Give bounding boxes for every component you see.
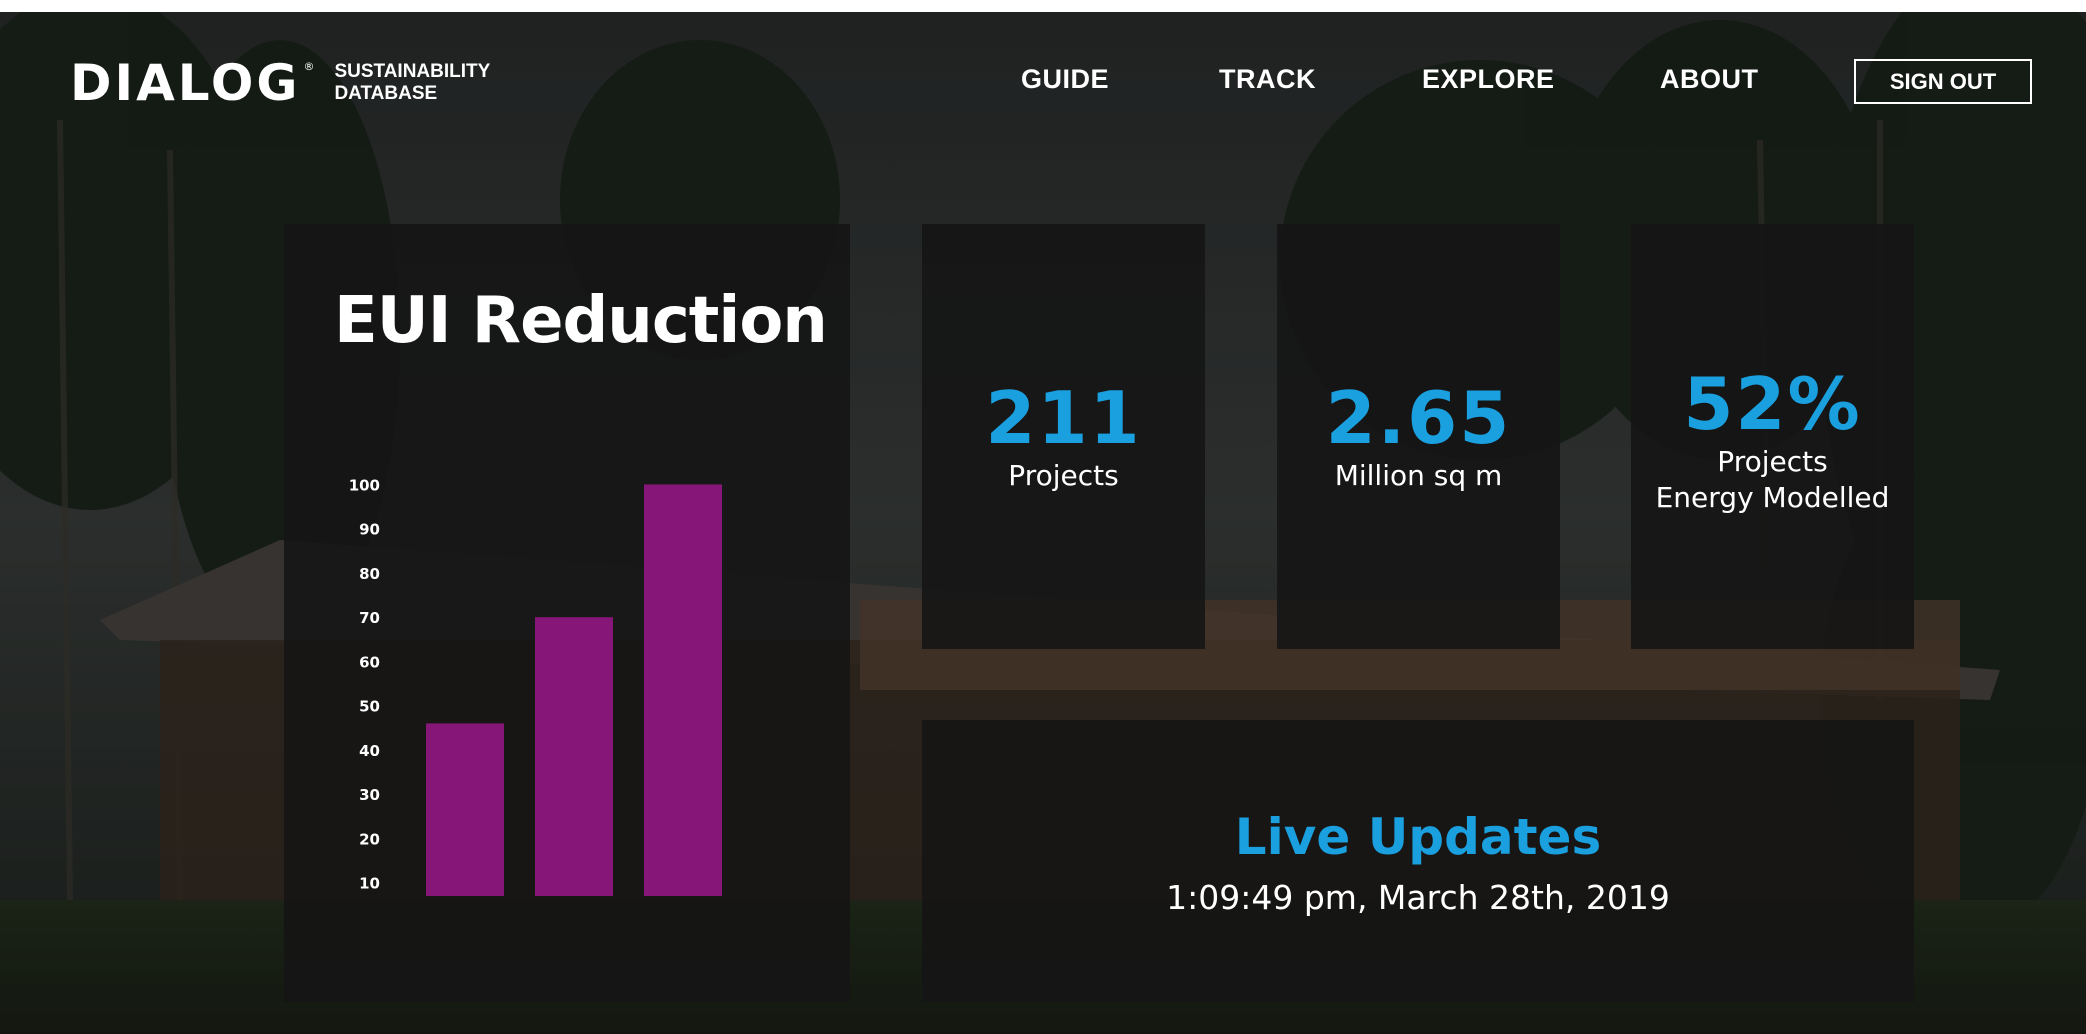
y-tick-label: 80 — [359, 565, 380, 583]
energy-modelled-stat: 52% Projects Energy Modelled — [1631, 368, 1914, 516]
logo-registered-mark: ® — [303, 60, 315, 73]
projects-stat: 211 Projects — [922, 382, 1205, 494]
y-tick-label: 100 — [349, 476, 380, 494]
logo-subtitle-line1: SUSTAINABILITY — [334, 61, 491, 82]
chart-bar — [644, 484, 722, 896]
live-updates-card: Live Updates 1:09:49 pm, March 28th, 201… — [922, 720, 1914, 1002]
live-updates-title: Live Updates — [1234, 808, 1602, 866]
nav-item-guide[interactable]: GUIDE — [1021, 64, 1109, 95]
nav-item-track[interactable]: TRACK — [1219, 64, 1316, 95]
eui-bar-chart: 10 20 30 40 50 60 70 80 90 100 — [349, 476, 722, 896]
sign-out-button[interactable]: SIGN OUT — [1854, 59, 2032, 104]
logo-wordmark: DIALOG — [70, 54, 301, 112]
top-edge — [0, 0, 2086, 12]
chart-bar — [426, 723, 504, 896]
logo[interactable]: DIALOG ® SUSTAINABILITY DATABASE — [70, 58, 490, 108]
area-stat-card: 2.65 Million sq m — [1277, 224, 1560, 649]
projects-label: Projects — [1008, 459, 1119, 492]
energy-modelled-label-line1: Projects — [1717, 445, 1828, 478]
projects-stat-card: 211 Projects — [922, 224, 1205, 649]
energy-modelled-label-line2: Energy Modelled — [1655, 481, 1890, 514]
y-tick-label: 10 — [359, 875, 380, 893]
logo-subtitle: SUSTAINABILITY DATABASE — [334, 61, 490, 105]
energy-modelled-label: Projects Energy Modelled — [1631, 444, 1914, 516]
y-tick-label: 20 — [359, 830, 380, 848]
live-updates-timestamp: 1:09:49 pm, March 28th, 2019 — [1166, 878, 1670, 917]
y-tick-label: 60 — [359, 653, 380, 671]
nav-item-about[interactable]: ABOUT — [1660, 64, 1759, 95]
chart-bar — [535, 617, 613, 896]
energy-modelled-stat-card: 52% Projects Energy Modelled — [1631, 224, 1914, 649]
nav-item-explore[interactable]: EXPLORE — [1422, 64, 1555, 95]
y-tick-label: 30 — [359, 786, 380, 804]
area-stat: 2.65 Million sq m — [1277, 382, 1560, 494]
logo-subtitle-line2: DATABASE — [334, 83, 438, 104]
y-tick-label: 40 — [359, 742, 380, 760]
eui-reduction-card: EUI Reduction 10 20 30 40 50 60 70 80 90 100 — [284, 224, 850, 1002]
y-tick-label: 90 — [359, 521, 380, 539]
area-label: Million sq m — [1334, 459, 1503, 492]
projects-count: 211 — [985, 376, 1142, 460]
energy-modelled-percent: 52% — [1683, 362, 1862, 446]
y-tick-label: 70 — [359, 609, 380, 627]
y-tick-label: 50 — [359, 698, 380, 716]
area-value: 2.65 — [1325, 376, 1512, 460]
